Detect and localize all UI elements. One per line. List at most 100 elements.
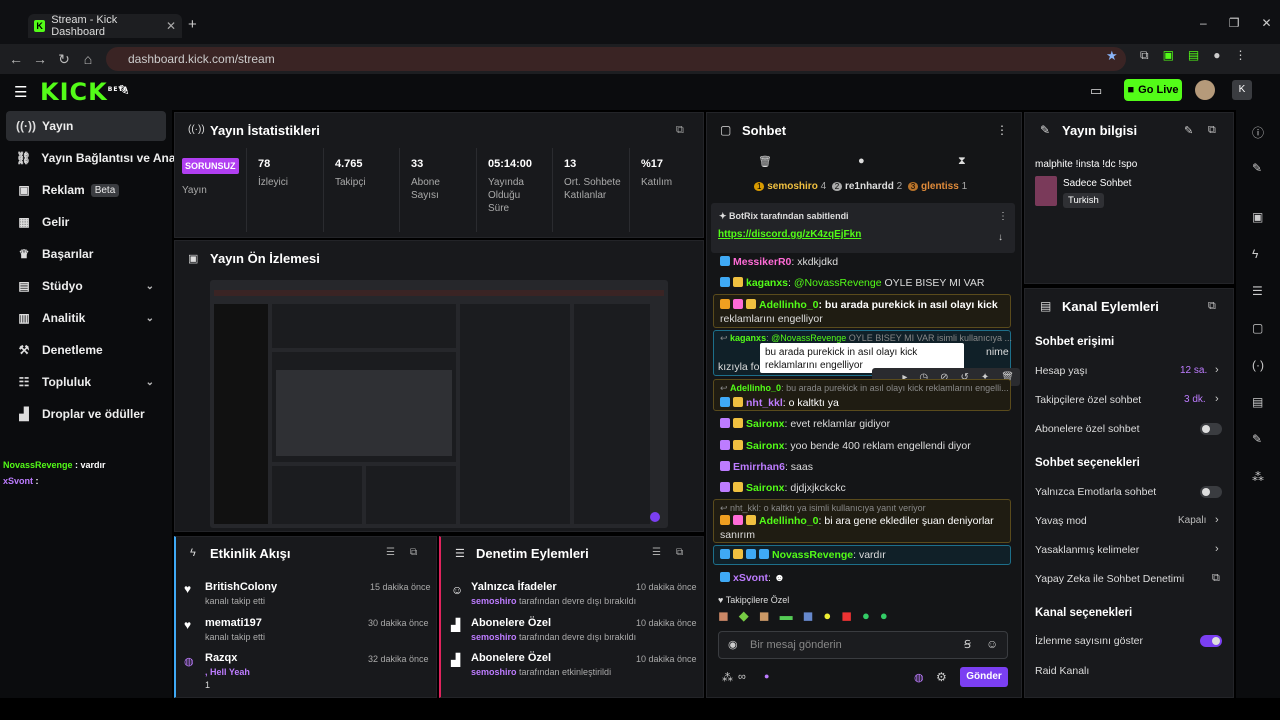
stream-settings-icon[interactable]: ▭ [1090, 83, 1102, 99]
sidebar-item-broadcast[interactable]: ((·)) Yayın [6, 111, 166, 141]
community-icon[interactable]: ⁂ [1252, 470, 1264, 484]
emote-icon[interactable]: ◼ [803, 608, 814, 624]
stream-category[interactable]: Sadece Sohbet [1063, 178, 1131, 189]
studio-icon: ▤ [18, 279, 30, 293]
emote-icon[interactable]: ◼ [841, 608, 852, 624]
popout-icon[interactable]: ⧉ [1208, 124, 1216, 137]
hourglass-icon[interactable]: ⧗ [958, 155, 966, 168]
bookmark-star-icon[interactable]: ★ [1106, 48, 1118, 64]
ai-moderation-label[interactable]: Yapay Zeka ile Sohbet Denetimi [1035, 573, 1184, 585]
popout-icon[interactable]: ⧉ [410, 547, 417, 558]
account-age-label[interactable]: Hesap yaşı [1035, 365, 1088, 377]
window-close-icon[interactable]: ✕ [1261, 16, 1271, 30]
external-link-icon[interactable]: ⧉ [1212, 572, 1220, 585]
broadcast-icon[interactable]: (·) [1252, 358, 1264, 372]
preview-icon[interactable]: ▣ [1252, 210, 1263, 224]
chat-input-placeholder: Bir mesaj gönderin [750, 639, 842, 651]
send-button[interactable]: Gönder [960, 667, 1008, 687]
list-icon[interactable]: ☰ [1252, 284, 1263, 298]
go-live-button[interactable]: ■ Go Live [1124, 79, 1182, 101]
sidebar-item-stream-link[interactable]: ⛓ Yayın Bağlantısı ve Anahtarı [6, 143, 202, 173]
tab-close-icon[interactable]: ✕ [166, 19, 176, 33]
chevron-right-icon[interactable]: › [1215, 364, 1219, 376]
extension-icon[interactable]: ▣ [1163, 48, 1174, 63]
reload-icon[interactable]: ↻ [52, 51, 76, 68]
infinity-icon[interactable]: ∞ [738, 671, 746, 683]
message-icon[interactable]: ● [858, 155, 865, 167]
tools-icon[interactable]: ✎ [118, 82, 130, 99]
forward-icon[interactable]: → [28, 51, 52, 67]
maximize-icon[interactable]: ❐ [1229, 16, 1240, 30]
info-icon[interactable]: ⓘ [1252, 124, 1264, 141]
sidebar-item-moderation[interactable]: ⚒ Denetleme [6, 335, 166, 365]
more-icon[interactable]: ⋮ [996, 123, 1008, 137]
chat-bubble-icon: ◉ [728, 639, 738, 651]
edit-icon[interactable]: ✎ [1184, 124, 1193, 137]
raid-channel-label[interactable]: Raid Kanalı [1035, 665, 1089, 677]
popout-icon[interactable]: ⧉ [676, 124, 684, 137]
edit-icon[interactable]: ✎ [1252, 161, 1262, 175]
kick-app-icon[interactable]: K [1232, 80, 1252, 100]
chevron-right-icon[interactable]: › [1215, 543, 1219, 555]
subs-only-toggle[interactable] [1200, 423, 1222, 435]
moderation-time: 10 dakika önce [636, 582, 697, 592]
kick-logo[interactable]: KICKBETA [40, 78, 129, 106]
sidebar-item-ads[interactable]: ▣ Reklam Beta [6, 175, 166, 205]
sidebar-item-drops[interactable]: ▟ Droplar ve ödüller [6, 399, 166, 429]
chat-icon[interactable]: ▢ [1252, 321, 1263, 335]
slow-mode-label[interactable]: Yavaş mod [1035, 515, 1087, 527]
gear-icon[interactable]: ⚙ [936, 670, 947, 684]
emote-icon[interactable]: ● [823, 608, 831, 624]
emotes-only-toggle[interactable] [1200, 486, 1222, 498]
emote-icon[interactable]: ◼ [759, 608, 770, 624]
kick-coin-icon: ◍ [914, 672, 924, 684]
pinned-link[interactable]: https://discord.gg/zK4zqEjFkn [718, 229, 861, 240]
sidebar-item-analytics[interactable]: ▥ Analitik ⌄ [6, 303, 166, 333]
profile-icon[interactable]: ● [1213, 48, 1220, 63]
emote-icon[interactable]: ◆ [739, 608, 749, 624]
extensions-icon[interactable]: ⧉ [1140, 48, 1149, 63]
translate-icon[interactable]: Ꞩ [964, 638, 971, 651]
followers-only-label[interactable]: Takipçilere özel sohbet [1035, 394, 1141, 406]
chat-message: Adellinho_0: bu arada purekick in asıl o… [720, 299, 998, 311]
emote-icon[interactable]: ◼ [718, 608, 729, 624]
hamburger-menu-icon[interactable]: ☰ [14, 83, 27, 101]
new-tab-icon[interactable]: + [188, 16, 197, 33]
address-bar[interactable]: dashboard.kick.com/stream [106, 47, 1126, 71]
emote-icon[interactable]: ▬ [780, 608, 793, 624]
menu-icon[interactable]: ⋮ [1235, 48, 1247, 63]
back-icon[interactable]: ← [4, 51, 28, 67]
chat-icon: ▢ [720, 123, 732, 137]
chat-message: Saironx: evet reklamlar gidiyor [720, 418, 890, 430]
popout-icon[interactable]: ⧉ [1208, 300, 1216, 313]
sidebar-item-revenue[interactable]: ▦ Gelir [6, 207, 166, 237]
stream-preview-video[interactable] [210, 280, 668, 528]
lightning-icon[interactable]: ϟ [1252, 247, 1258, 261]
translate-icon[interactable]: ▤ [1188, 48, 1199, 63]
show-viewers-toggle[interactable] [1200, 635, 1222, 647]
filter-icon[interactable]: ☰ [386, 547, 395, 558]
wrench-icon[interactable]: ✎ [1252, 432, 1262, 446]
home-icon[interactable]: ⌂ [76, 51, 100, 67]
emoji-icon[interactable]: ☺ [986, 637, 998, 651]
sidebar-item-achievements[interactable]: ♛ Başarılar [6, 239, 166, 269]
popout-icon[interactable]: ⧉ [676, 547, 683, 558]
avatar[interactable] [1195, 80, 1215, 100]
browser-tab[interactable]: K Stream - Kick Dashboard ✕ [28, 14, 182, 38]
more-icon[interactable]: ⋮ [998, 211, 1008, 222]
banned-words-label[interactable]: Yasaklanmış kelimeler [1035, 544, 1139, 556]
community-icon[interactable]: ⁂ [722, 671, 733, 684]
chat-message-cont: sanırım [720, 529, 756, 541]
minimize-icon[interactable]: – [1200, 16, 1207, 30]
stream-title: malphite !insta !dc !spo [1035, 159, 1138, 170]
trash-icon[interactable]: 🗑 [758, 155, 772, 168]
sidebar-item-studio[interactable]: ▤ Stüdyo ⌄ [6, 271, 166, 301]
actions-icon[interactable]: ▤ [1252, 395, 1263, 409]
chevron-right-icon[interactable]: › [1215, 393, 1219, 405]
sidebar-item-community[interactable]: ☷ Topluluk ⌄ [6, 367, 166, 397]
filter-icon[interactable]: ☰ [652, 547, 661, 558]
chevron-right-icon[interactable]: › [1215, 514, 1219, 526]
expand-icon[interactable]: ↓ [998, 232, 1003, 243]
emote-icon[interactable]: ● [880, 608, 888, 624]
emote-icon[interactable]: ● [862, 608, 870, 624]
